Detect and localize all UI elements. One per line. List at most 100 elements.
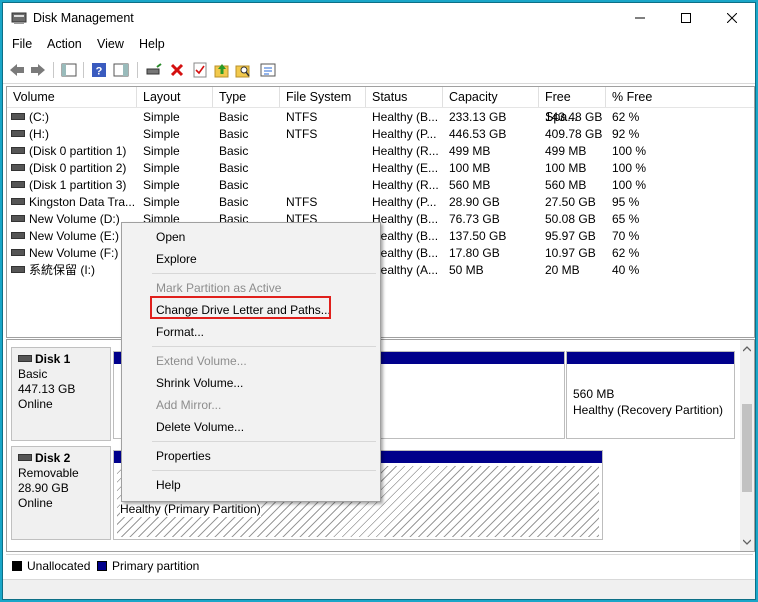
up-folder-button[interactable] <box>213 61 231 79</box>
help-question-icon: ? <box>92 63 106 78</box>
volume-cell: Healthy (B... <box>372 110 439 124</box>
folder-up-icon <box>214 64 229 78</box>
scroll-thumb[interactable] <box>742 404 752 492</box>
volume-cell: 143.48 GB <box>545 110 603 124</box>
back-button[interactable] <box>8 61 26 79</box>
delete-button[interactable] <box>168 61 186 79</box>
volume-cell: Healthy (R... <box>372 144 439 158</box>
toolbar: ? <box>3 57 755 84</box>
volume-cell: Healthy (P... <box>372 195 437 209</box>
volume-cell: 40 % <box>612 263 640 277</box>
menu-item-open[interactable]: Open <box>156 230 185 244</box>
column-header-volume[interactable]: Volume <box>7 87 137 107</box>
red-x-delete-icon <box>170 63 184 77</box>
volume-cell: 17.80 GB <box>449 246 500 260</box>
properties-checklist-button[interactable] <box>191 61 209 79</box>
volume-cell: 62 % <box>612 110 640 124</box>
volume-drive-icon <box>11 266 25 274</box>
menu-item-help[interactable]: Help <box>156 478 181 492</box>
volume-row[interactable]: (Disk 0 partition 1) Simple Basic Healthy (… <box>7 143 754 160</box>
volume-drive-icon <box>11 249 25 257</box>
disk-1-partition-h[interactable] <box>380 351 565 439</box>
disk-1-size: 447.13 GB <box>18 382 76 396</box>
help-button[interactable]: ? <box>90 61 108 79</box>
volume-cell: 233.13 GB <box>449 110 507 124</box>
menu-action[interactable]: Action <box>47 37 82 51</box>
unallocated-swatch <box>12 561 22 571</box>
volume-cell: Healthy (R... <box>372 178 439 192</box>
forward-arrow-icon <box>31 64 45 76</box>
close-button[interactable] <box>709 3 755 33</box>
disk-1-info[interactable]: Disk 1 Basic 447.13 GB Online <box>11 347 111 441</box>
console-tree-button[interactable] <box>60 61 78 79</box>
disk-1-recovery-partition[interactable]: 560 MB Healthy (Recovery Partition) <box>566 351 735 439</box>
volume-row[interactable]: (H:) Simple Basic NTFS Healthy (P... 446.53 G… <box>7 126 754 143</box>
disk-1-state: Online <box>18 397 53 411</box>
minimize-button[interactable] <box>617 3 663 33</box>
menu-item-properties[interactable]: Properties <box>156 449 211 463</box>
column-header-file-system[interactable]: File System <box>280 87 366 107</box>
menu-item-delete-volume[interactable]: Delete Volume... <box>156 420 244 434</box>
volume-cell: 446.53 GB <box>449 127 507 141</box>
volume-cell: Simple <box>143 178 180 192</box>
volume-cell: NTFS <box>286 110 318 124</box>
legend-unallocated: Unallocated <box>27 559 91 573</box>
column-header-free-space[interactable]: Free Spa... <box>539 87 606 124</box>
volume-cell: 10.97 GB <box>545 246 596 260</box>
column-header-capacity[interactable]: Capacity <box>443 87 539 107</box>
graph-vertical-scrollbar[interactable] <box>740 340 754 551</box>
volume-row[interactable]: Kingston Data Tra... Simple Basic NTFS Healt… <box>7 194 754 211</box>
connect-virtual-disk-button[interactable] <box>145 61 163 79</box>
volume-drive-icon <box>11 147 25 155</box>
maximize-button[interactable] <box>663 3 709 33</box>
volume-cell: 100 % <box>612 178 647 192</box>
context-menu: Open Explore Mark Partition as Active Ch… <box>121 222 381 502</box>
volume-cell: 20 MB <box>545 263 580 277</box>
menu-item-shrink-volume[interactable]: Shrink Volume... <box>156 376 243 390</box>
scroll-up-arrow-icon <box>743 346 751 352</box>
volume-cell: 92 % <box>612 127 640 141</box>
menu-file[interactable]: File <box>12 37 32 51</box>
back-arrow-icon <box>10 64 24 76</box>
volume-row[interactable]: (Disk 1 partition 3) Simple Basic Healthy (… <box>7 177 754 194</box>
search-folder-button[interactable] <box>234 61 252 79</box>
disk-1-recovery-status: Healthy (Recovery Partition) <box>573 403 724 417</box>
show-hide-action-pane-button[interactable] <box>112 61 130 79</box>
volume-cell: 560 MB <box>449 178 491 192</box>
disk-icon <box>18 355 32 363</box>
maximize-icon <box>681 13 691 23</box>
menu-item-explore[interactable]: Explore <box>156 252 197 266</box>
volume-row[interactable]: (Disk 0 partition 2) Simple Basic Healthy (… <box>7 160 754 177</box>
column-header-layout[interactable]: Layout <box>137 87 213 107</box>
list-settings-icon <box>260 63 276 77</box>
volume-cell: 50 MB <box>449 263 484 277</box>
menu-view[interactable]: View <box>97 37 124 51</box>
volume-cell: 409.78 GB <box>545 127 603 141</box>
disk-2-info[interactable]: Disk 2 Removable 28.90 GB Online <box>11 446 111 540</box>
settings-list-button[interactable] <box>259 61 277 79</box>
volume-cell: 62 % <box>612 246 640 260</box>
menu-item-format[interactable]: Format... <box>156 325 204 339</box>
volume-name-cell: Kingston Data Tra... <box>11 194 137 211</box>
volume-cell: NTFS <box>286 195 318 209</box>
volume-cell: Simple <box>143 127 180 141</box>
forward-button[interactable] <box>29 61 47 79</box>
volume-cell: 27.50 GB <box>545 195 596 209</box>
column-header-status[interactable]: Status <box>366 87 443 107</box>
volume-row[interactable]: (C:) Simple Basic NTFS Healthy (B... 233.13 G… <box>7 109 754 126</box>
volume-cell: Healthy (B... <box>372 229 439 243</box>
close-icon <box>726 12 738 24</box>
menu-help[interactable]: Help <box>139 37 165 51</box>
volume-cell: 76.73 GB <box>449 212 500 226</box>
column-header-type[interactable]: Type <box>213 87 280 107</box>
volume-cell: Healthy (B... <box>372 212 439 226</box>
column-header-percent-free[interactable]: % Free <box>606 87 754 107</box>
volume-cell: 28.90 GB <box>449 195 500 209</box>
volume-cell: 100 % <box>612 144 647 158</box>
volume-cell: 560 MB <box>545 178 587 192</box>
disk-2-type: Removable <box>18 466 79 480</box>
volume-cell: Healthy (P... <box>372 127 437 141</box>
volume-name-cell: New Volume (F:) <box>11 245 137 262</box>
volume-name-cell: New Volume (D:) <box>11 211 137 228</box>
volume-drive-icon <box>11 215 25 223</box>
